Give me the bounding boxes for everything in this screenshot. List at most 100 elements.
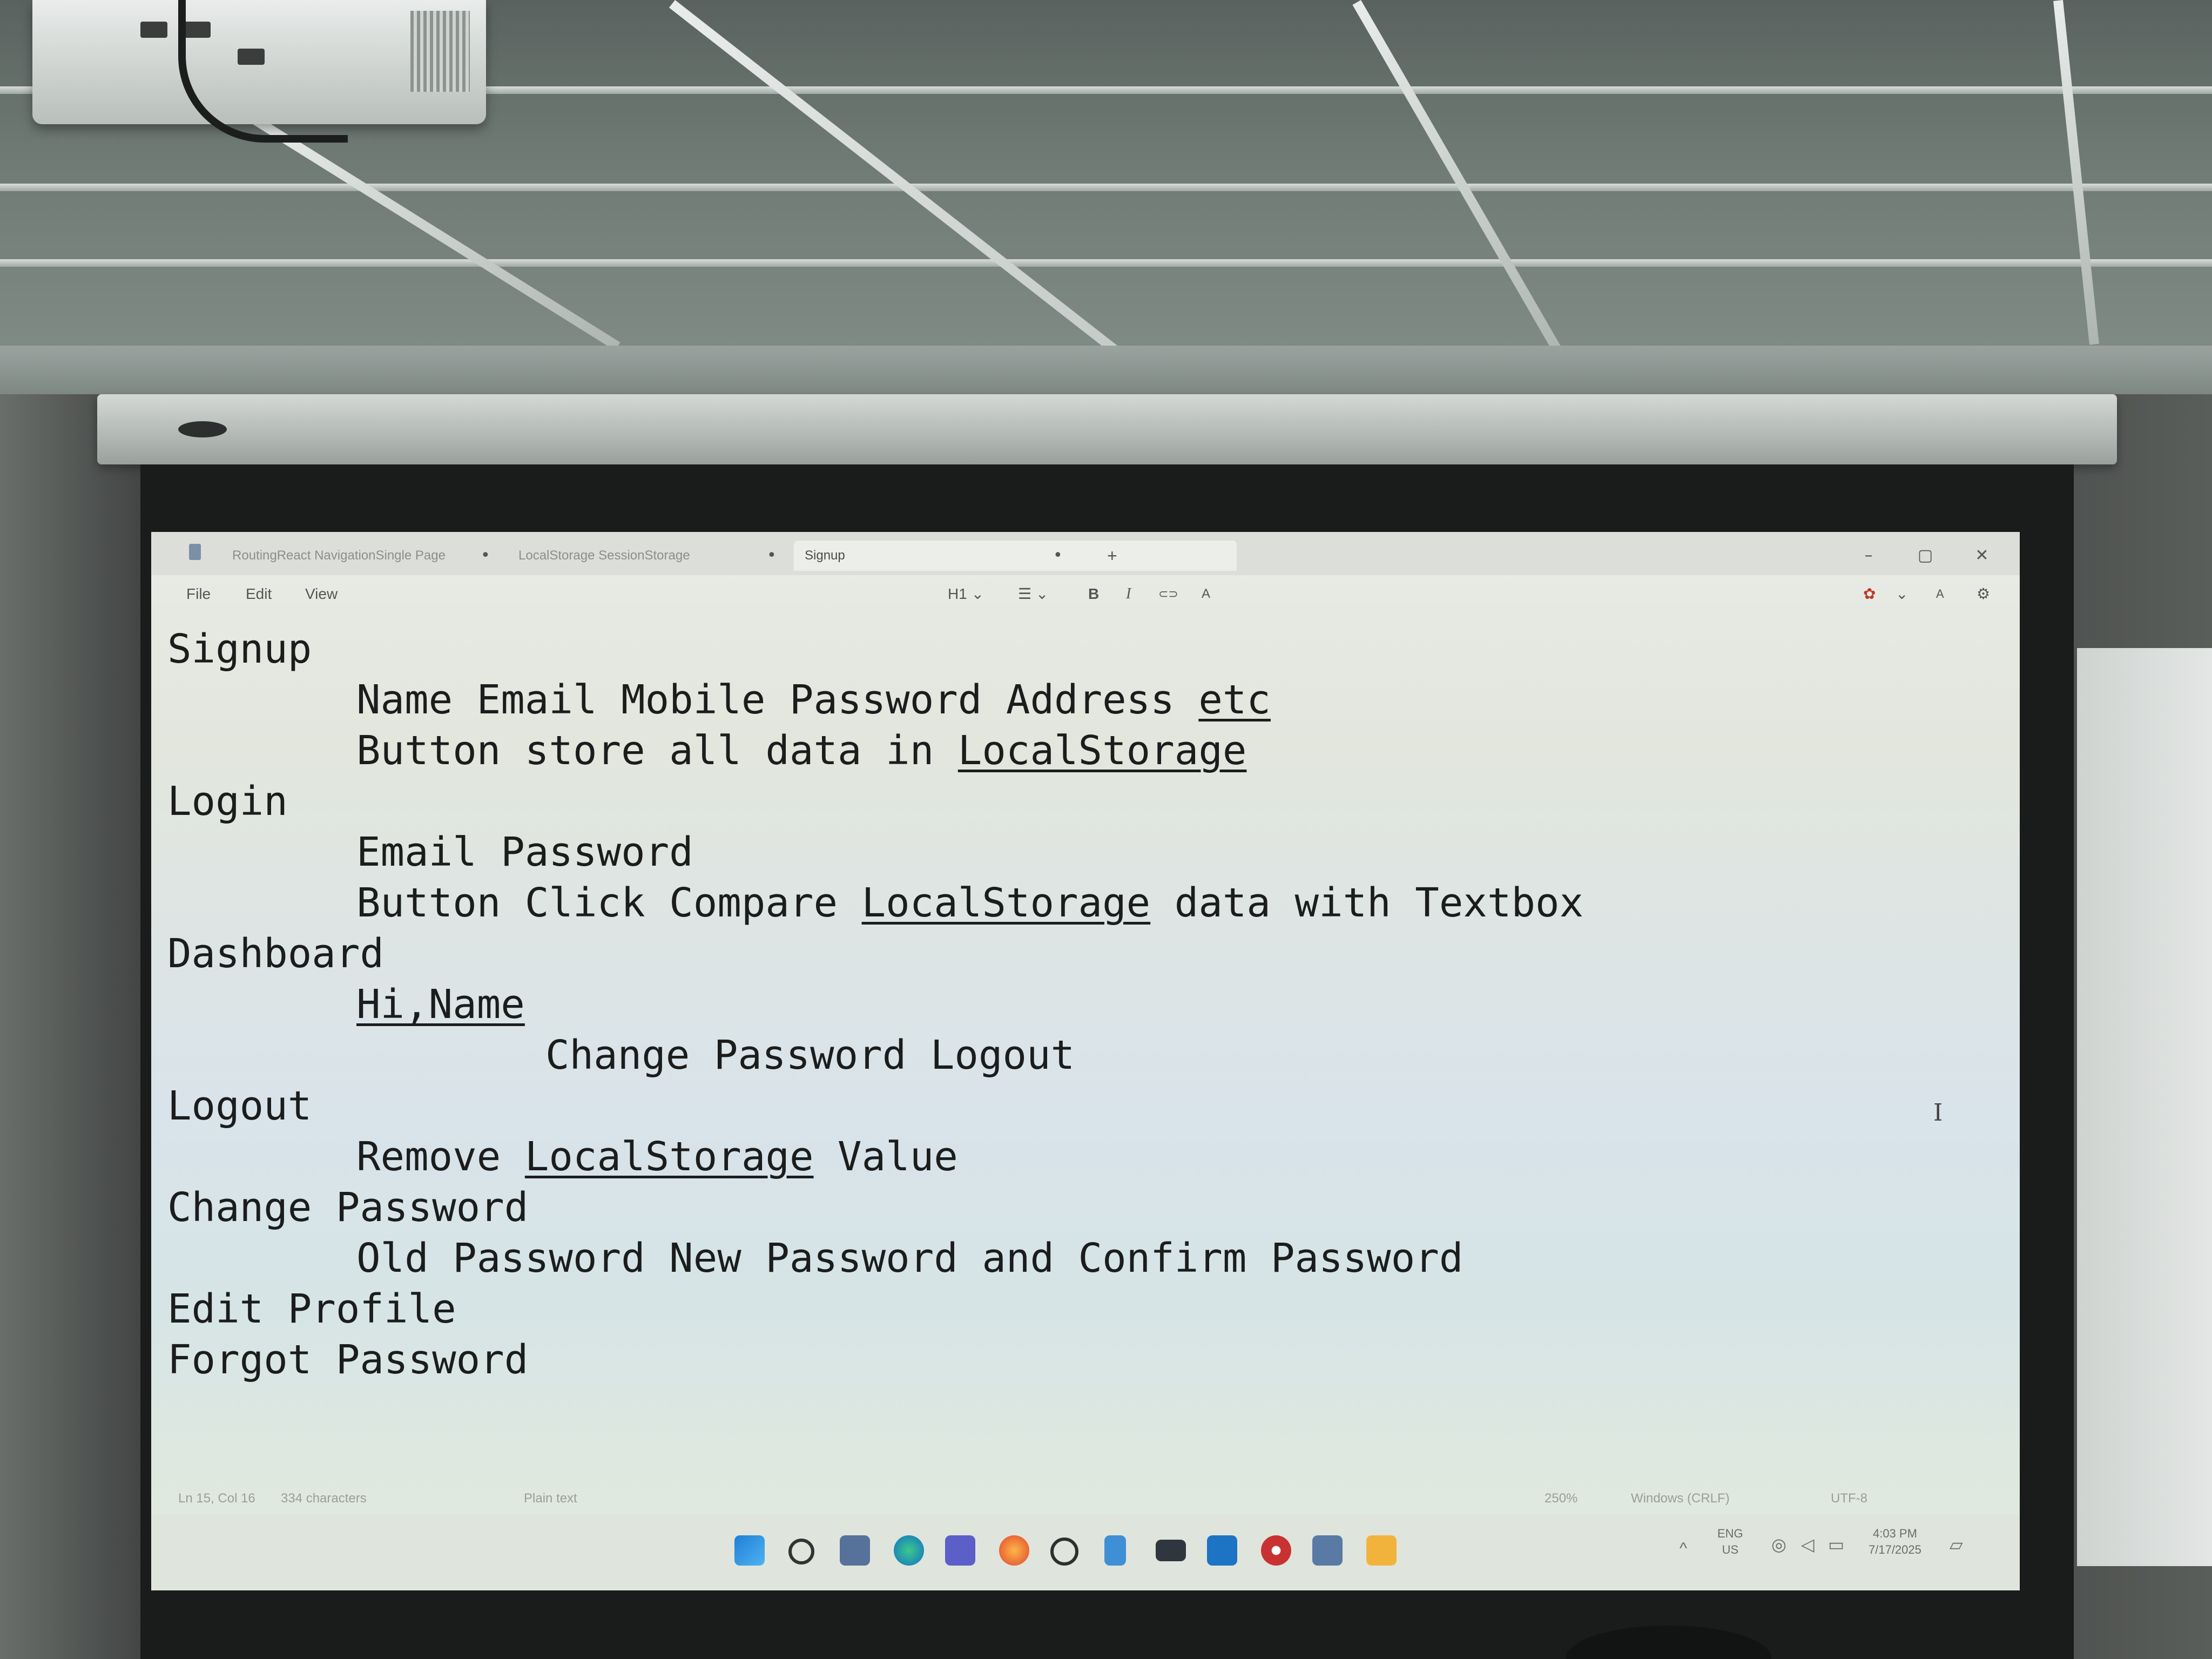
editor-line-text: Email Password <box>356 829 693 875</box>
language-indicator[interactable]: ENG US <box>1717 1526 1743 1558</box>
chevron-down-icon[interactable]: ⌄ <box>1896 575 1908 613</box>
font-size-icon[interactable]: A <box>1936 575 1944 613</box>
editor-line: Dashboard <box>167 928 384 979</box>
editor-line-text: Change Password Logout <box>545 1032 1075 1078</box>
editor-line-text: Value <box>813 1134 958 1180</box>
status-bar: Ln 15, Col 16 334 characters Plain text … <box>151 1482 2020 1515</box>
text-cursor-icon: I <box>1933 1099 1943 1127</box>
editor-line-text: Dashboard <box>167 930 384 977</box>
tab-signup-label: Signup <box>805 548 845 563</box>
clock-date: 7/17/2025 <box>1869 1543 1921 1556</box>
remote-desktop-icon[interactable] <box>1312 1535 1343 1566</box>
firefox-icon[interactable] <box>999 1535 1029 1566</box>
editor-line-text: Button store all data in <box>356 727 958 774</box>
new-tab-button[interactable]: + <box>1107 541 1117 571</box>
editor-line-text: Change Password <box>167 1184 529 1231</box>
menu-view[interactable]: View <box>305 575 338 613</box>
editor-line: Forgot Password <box>167 1334 528 1385</box>
whatsapp-icon[interactable] <box>1050 1537 1078 1566</box>
minimize-button[interactable]: – <box>1852 539 1885 572</box>
zoom-level: 250% <box>1545 1491 1578 1506</box>
chrome-icon[interactable] <box>1261 1535 1291 1566</box>
projector-grille <box>410 11 470 92</box>
spellcheck-underlined-word: etc <box>1198 677 1271 723</box>
volume-icon[interactable]: ◁ <box>1801 1536 1815 1553</box>
notepad-icon[interactable] <box>1104 1535 1126 1566</box>
italic-button[interactable]: I <box>1126 575 1131 613</box>
editor-line: Edit Profile <box>167 1284 456 1334</box>
spellcheck-underlined-word: Hi,Name <box>356 981 525 1028</box>
screen-housing <box>97 394 2117 464</box>
editor-line-text: Forgot Password <box>167 1337 529 1383</box>
editor-line: Name Email Mobile Password Address etc <box>356 675 1271 725</box>
unsaved-dot-icon: • <box>767 546 777 565</box>
list-dropdown[interactable]: ☰ ⌄ <box>1018 575 1048 613</box>
task-view-icon[interactable] <box>840 1535 870 1566</box>
clear-formatting-icon[interactable]: A <box>1202 575 1210 613</box>
windows-start-icon[interactable] <box>734 1535 765 1566</box>
cursor-position: Ln 15, Col 16 <box>178 1491 255 1506</box>
editor-line: Button store all data in LocalStorage <box>356 725 1246 776</box>
wall-band <box>0 346 2212 394</box>
bold-button[interactable]: B <box>1088 575 1099 613</box>
tab-bar: RoutingReact NavigationSingle Page • Loc… <box>151 532 2020 575</box>
text-editor[interactable]: Signup Name Email Mobile Password Address… <box>167 624 1993 1466</box>
whiteboard <box>2077 648 2212 1566</box>
editor-line: Login <box>167 776 288 827</box>
battery-icon[interactable]: ▭ <box>1828 1536 1844 1553</box>
editor-line: Old Password New Password and Confirm Pa… <box>356 1233 1463 1284</box>
network-icon[interactable]: ◎ <box>1771 1536 1786 1553</box>
vscode-icon[interactable] <box>1207 1535 1237 1566</box>
link-icon[interactable]: ⊂⊃ <box>1158 575 1178 613</box>
close-button[interactable]: ✕ <box>1966 539 1998 572</box>
teams-icon[interactable] <box>945 1535 975 1566</box>
notepad-app-icon <box>189 544 201 560</box>
edge-browser-icon[interactable] <box>894 1535 924 1566</box>
menu-edit[interactable]: Edit <box>246 575 272 613</box>
language-code: ENG <box>1717 1527 1743 1540</box>
editor-line: Signup <box>167 624 312 675</box>
editor-line: Change Password <box>167 1182 528 1233</box>
unsaved-dot-icon: • <box>1053 546 1063 565</box>
chevron-down-icon: ⌄ <box>971 585 984 602</box>
maximize-button[interactable]: ▢ <box>1909 539 1941 572</box>
clock-time: 4:03 PM <box>1872 1527 1917 1540</box>
line-ending: Windows (CRLF) <box>1631 1491 1730 1506</box>
tab-signup[interactable]: Signup <box>794 541 1237 571</box>
photo-scene: RoutingReact NavigationSingle Page • Loc… <box>0 0 2212 1659</box>
file-explorer-icon[interactable] <box>1366 1535 1397 1566</box>
text-format: Plain text <box>524 1491 577 1506</box>
list-icon: ☰ <box>1018 585 1032 602</box>
notification-icon[interactable]: ▱ <box>1950 1536 1963 1553</box>
language-region: US <box>1722 1543 1739 1556</box>
menu-file[interactable]: File <box>186 575 211 613</box>
chevron-up-icon[interactable]: ^ <box>1680 1541 1687 1557</box>
ceiling-beam <box>1352 0 1566 361</box>
gear-icon[interactable]: ⚙ <box>1977 575 1990 613</box>
tab-routing[interactable]: RoutingReact NavigationSingle Page <box>232 541 446 571</box>
copilot-icon[interactable]: ✿ <box>1863 575 1876 613</box>
left-wall <box>0 394 162 1659</box>
editor-line: Email Password <box>356 827 693 878</box>
editor-line: Logout <box>167 1081 312 1131</box>
ceiling-beam <box>2053 0 2099 345</box>
terminal-icon[interactable] <box>1156 1540 1186 1561</box>
tab-localstorage[interactable]: LocalStorage SessionStorage <box>518 541 690 571</box>
editor-line-text: Button Click Compare <box>356 880 862 926</box>
heading-label: H1 <box>948 585 967 602</box>
ceiling-beam <box>248 113 621 351</box>
notepad-window: RoutingReact NavigationSingle Page • Loc… <box>151 532 2020 1590</box>
editor-line-text: Name Email Mobile Password Address <box>356 677 1199 723</box>
character-count: 334 characters <box>281 1491 367 1506</box>
editor-line-text: Remove <box>356 1134 525 1180</box>
clock[interactable]: 4:03 PM 7/17/2025 <box>1869 1526 1921 1558</box>
editor-line: Change Password Logout <box>545 1030 1075 1081</box>
search-icon[interactable] <box>788 1539 814 1564</box>
ceiling-rail <box>0 259 2212 267</box>
chevron-down-icon: ⌄ <box>1035 585 1049 602</box>
heading-dropdown[interactable]: H1 ⌄ <box>948 575 984 613</box>
editor-line-text: Old Password New Password and Confirm Pa… <box>356 1235 1464 1282</box>
spellcheck-underlined-word: LocalStorage <box>861 880 1151 926</box>
spellcheck-underlined-word: LocalStorage <box>524 1134 814 1180</box>
housing-logo <box>178 421 227 437</box>
